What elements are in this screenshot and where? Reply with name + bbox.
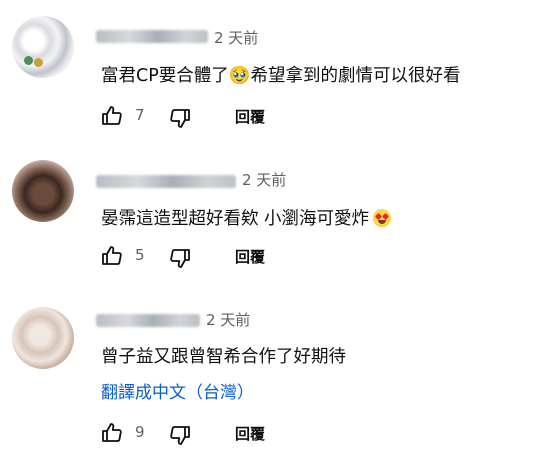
avatar[interactable] (12, 307, 74, 369)
comment-text: 晏霈這造型超好看欸 小瀏海可愛炸 (101, 205, 392, 230)
timestamp[interactable]: 2 天前 (206, 309, 250, 330)
like-count: 9 (135, 423, 145, 441)
comment-actions: 9 回覆 (100, 421, 320, 445)
comment-text: 富君CP要合體了🥹希望拿到的劇情可以很好看 (101, 66, 461, 86)
reply-button[interactable]: 回覆 (235, 423, 265, 444)
avatar[interactable] (12, 16, 74, 78)
thumbs-down-icon[interactable] (168, 423, 192, 447)
like-count: 7 (135, 106, 145, 124)
reply-button[interactable]: 回覆 (235, 106, 265, 127)
comment-text-content: 晏霈這造型超好看欸 小瀏海可愛炸 (101, 209, 370, 229)
comment-actions: 5 回覆 (100, 244, 320, 268)
comment-3: 2 天前 曾子益又跟曾智希合作了好期待 翻譯成中文（台灣） 9 回覆 (0, 290, 544, 465)
translate-link[interactable]: 翻譯成中文（台灣） (101, 378, 254, 403)
username-blurred[interactable] (96, 314, 200, 327)
username-blurred[interactable] (96, 175, 236, 188)
thumbs-up-icon[interactable] (100, 421, 124, 445)
like-count: 5 (135, 246, 145, 264)
thumbs-up-icon[interactable] (100, 104, 124, 128)
comment-text: 曾子益又跟曾智希合作了好期待 (101, 347, 346, 367)
username-blurred[interactable] (96, 30, 208, 43)
thumbs-up-icon[interactable] (100, 244, 124, 268)
timestamp[interactable]: 2 天前 (242, 169, 286, 190)
avatar[interactable] (12, 160, 74, 222)
comment-2: 2 天前 晏霈這造型超好看欸 小瀏海可愛炸 5 回覆 (0, 150, 544, 290)
avatar-detail-green (24, 56, 33, 65)
reply-button[interactable]: 回覆 (235, 246, 265, 267)
comment-1: 2 天前 富君CP要合體了🥹希望拿到的劇情可以很好看 7 回覆 (0, 0, 544, 150)
timestamp[interactable]: 2 天前 (214, 27, 258, 48)
avatar-detail-gold (34, 58, 43, 67)
star-struck-emoji-icon (373, 209, 392, 227)
thumbs-down-icon[interactable] (168, 246, 192, 270)
comment-actions: 7 回覆 (100, 104, 320, 128)
thumbs-down-icon[interactable] (168, 106, 192, 130)
